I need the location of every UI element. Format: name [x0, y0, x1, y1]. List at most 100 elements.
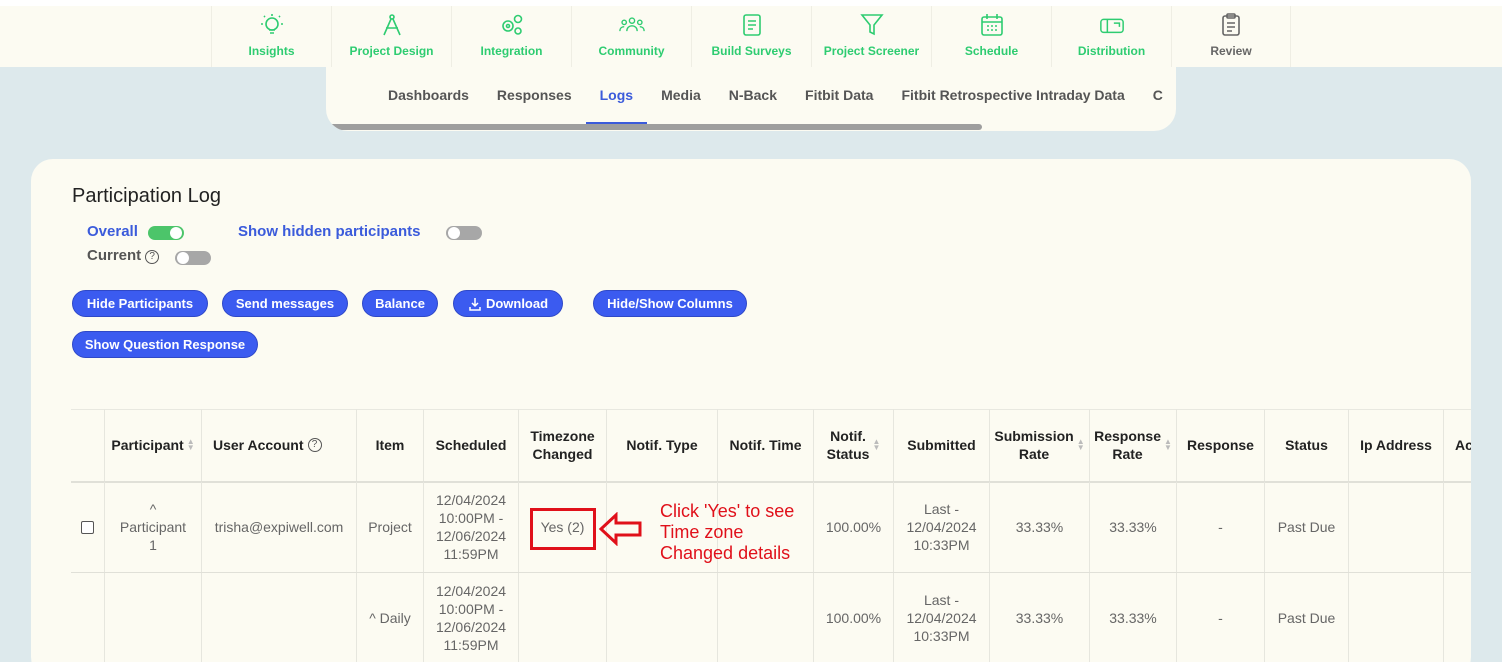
header-label-group: Notif. Status [827, 427, 870, 463]
hide-participants-button[interactable]: Hide Participants [72, 290, 208, 317]
header-submitted[interactable]: Submitted [894, 409, 990, 481]
current-label-text: Current [87, 247, 142, 264]
send-messages-button[interactable]: Send messages [222, 290, 348, 317]
header-notif-type[interactable]: Notif. Type [607, 409, 718, 481]
sort-icon[interactable]: ▲ ▼ [1077, 438, 1085, 452]
lightbulb-icon [259, 12, 285, 38]
nav-distribution[interactable]: Distribution [1051, 6, 1171, 67]
help-icon[interactable]: ? [145, 250, 160, 264]
download-label: Download [485, 296, 549, 311]
nav-label: Project Design [349, 44, 434, 58]
participant-cell[interactable]: ^ Participant 1 [105, 482, 202, 572]
filter-icon [859, 12, 885, 38]
overall-label: Overall [87, 223, 138, 240]
scheduled-line: 12/06/2024 [435, 619, 507, 635]
header-label: Participant [111, 437, 184, 453]
toggle-knob [448, 227, 460, 239]
balance-button[interactable]: Balance [362, 290, 438, 317]
tab-fitbit-retrospective[interactable]: Fitbit Retrospective Intraday Data [887, 67, 1138, 124]
tab-logs[interactable]: Logs [585, 67, 648, 124]
item-cell: Project [357, 482, 424, 572]
sort-icon[interactable]: ▲ ▼ [1164, 438, 1172, 452]
header-user-account[interactable]: User Account? [202, 409, 357, 481]
nav-insights[interactable]: Insights [211, 6, 331, 67]
notif-status-cell: 100.00% [814, 482, 894, 572]
annotation-line: Time zone [660, 522, 744, 542]
tabs-scrollbar[interactable] [326, 124, 982, 130]
gears-icon [499, 12, 525, 38]
header-extra[interactable]: Ac [1444, 409, 1471, 481]
header-notif-time[interactable]: Notif. Time [718, 409, 814, 481]
header-label: Status [826, 446, 870, 462]
nav-build-surveys[interactable]: Build Surveys [691, 6, 811, 67]
submitted-line: Last - [923, 501, 959, 517]
nav-project-screener[interactable]: Project Screener [811, 6, 931, 67]
sort-icon[interactable]: ▲ ▼ [872, 438, 880, 452]
header-scheduled[interactable]: Scheduled [424, 409, 519, 481]
tab-media[interactable]: Media [647, 67, 715, 124]
nav-label: Project Screener [823, 44, 920, 58]
tab-more-cut[interactable]: C [1139, 67, 1176, 124]
response-rate-cell: 33.33% [1090, 482, 1177, 572]
nav-integration[interactable]: Integration [451, 6, 571, 67]
download-button[interactable]: Download [453, 290, 563, 317]
expand-caret-icon[interactable]: ^ [150, 500, 157, 518]
module-nav: Insights Project Design Integration Comm… [211, 6, 1291, 67]
nav-review[interactable]: Review [1171, 6, 1291, 67]
response-cell: - [1177, 573, 1265, 662]
left-arrow-icon [598, 511, 644, 551]
nav-label: Build Surveys [711, 44, 792, 58]
header-ip-address[interactable]: Ip Address [1349, 409, 1444, 481]
tab-n-back[interactable]: N-Back [715, 67, 791, 124]
row-checkbox[interactable] [81, 520, 94, 534]
tab-responses[interactable]: Responses [483, 67, 586, 124]
hidden-participants-label: Show hidden participants [238, 223, 421, 240]
nav-schedule[interactable]: Schedule [931, 6, 1051, 67]
notif-type-cell [607, 573, 718, 662]
header-label: Rate [1112, 446, 1143, 462]
user-account-cell: trisha@expiwell.com [202, 482, 357, 572]
scheduled-cell: 12/04/2024 10:00PM - 12/06/2024 11:59PM [424, 482, 519, 572]
nav-label: Distribution [1077, 44, 1146, 58]
status-cell: Past Due [1265, 573, 1349, 662]
item-cell[interactable]: ^ Daily [357, 573, 424, 662]
overall-toggle[interactable] [148, 226, 184, 240]
submitted-line: Last - [923, 592, 959, 608]
sort-icon[interactable]: ▲ ▼ [187, 438, 195, 452]
scheduled-line: 11:59PM [443, 546, 499, 562]
header-item[interactable]: Item [357, 409, 424, 481]
scheduled-line: 10:00PM - [438, 601, 504, 617]
header-participant[interactable]: Participant ▲ ▼ [105, 409, 202, 481]
hidden-participants-toggle[interactable] [446, 226, 482, 240]
clipboard-icon [1218, 12, 1244, 38]
header-response[interactable]: Response [1177, 409, 1265, 481]
submitted-line: 10:33PM [913, 537, 970, 553]
extra-cell [1444, 573, 1471, 662]
current-toggle[interactable] [175, 251, 211, 265]
hide-show-columns-button[interactable]: Hide/Show Columns [593, 290, 747, 317]
header-timezone-changed[interactable]: Timezone Changed [519, 409, 607, 481]
header-label: Timezone [530, 428, 595, 444]
toggle-knob [170, 227, 182, 239]
calendar-icon [979, 12, 1005, 38]
nav-label: Integration [480, 44, 543, 58]
help-icon[interactable]: ? [307, 438, 322, 452]
header-submission-rate[interactable]: Submission Rate ▲ ▼ [990, 409, 1090, 481]
sub-tabs-panel: Dashboards Responses Logs Media N-Back F… [326, 67, 1176, 131]
scheduled-cell: 12/04/2024 10:00PM - 12/06/2024 11:59PM [424, 573, 519, 662]
tab-fitbit-data[interactable]: Fitbit Data [791, 67, 887, 124]
nav-community[interactable]: Community [571, 6, 691, 67]
show-question-response-button[interactable]: Show Question Response [72, 331, 258, 358]
tab-dashboards[interactable]: Dashboards [374, 67, 483, 124]
header-status[interactable]: Status [1265, 409, 1349, 481]
notif-time-cell [718, 573, 814, 662]
scheduled-line: 12/06/2024 [435, 528, 507, 544]
people-icon [618, 12, 645, 38]
submission-rate-cell: 33.33% [990, 482, 1090, 572]
header-label: Notif. [830, 428, 866, 444]
submitted-line: 12/04/2024 [906, 610, 977, 626]
header-response-rate[interactable]: Response Rate ▲ ▼ [1090, 409, 1177, 481]
nav-project-design[interactable]: Project Design [331, 6, 451, 67]
nav-label: Review [1210, 44, 1252, 58]
header-notif-status[interactable]: Notif. Status ▲ ▼ [814, 409, 894, 481]
